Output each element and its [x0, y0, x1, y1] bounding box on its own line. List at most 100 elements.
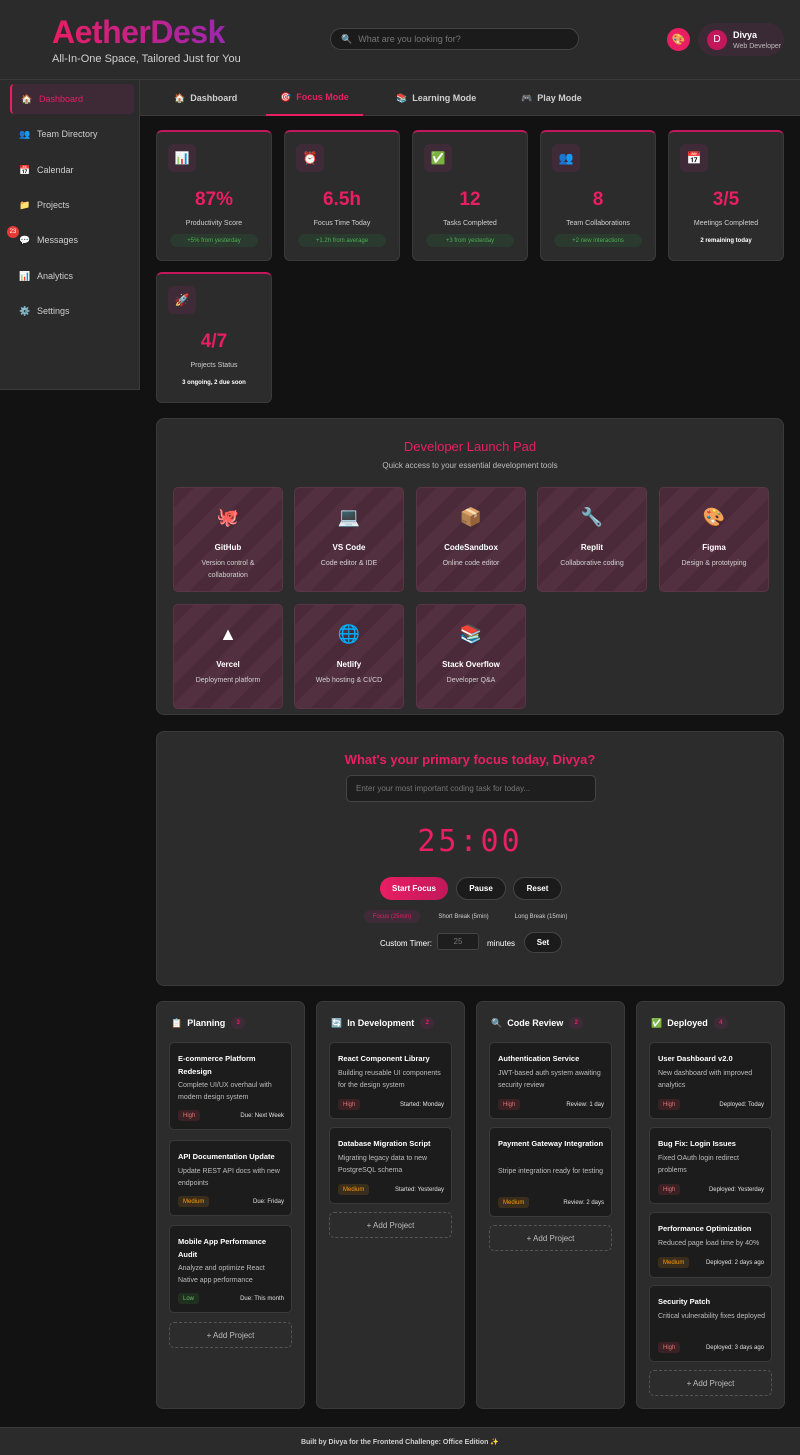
mode-short-break[interactable]: Short Break (5min) — [430, 910, 497, 923]
add-project-button[interactable]: + Add Project — [489, 1225, 612, 1251]
tool-figma[interactable]: 🎨 Figma Design & prototyping — [659, 487, 769, 592]
priority-badge: Medium — [178, 1196, 210, 1207]
tab-play-mode[interactable]: 🎮 Play Mode — [507, 80, 596, 116]
sidebar-item-team-directory[interactable]: 👥 Team Directory — [10, 119, 134, 149]
set-timer-button[interactable]: Set — [524, 932, 562, 953]
tool-desc: Deployment platform — [195, 677, 261, 684]
sidebar-item-calendar[interactable]: 📅 Calendar — [10, 155, 134, 185]
pause-button[interactable]: Pause — [456, 877, 506, 900]
card-desc: Migrating legacy data to new PostgreSQL … — [338, 1155, 428, 1174]
tool-codesandbox[interactable]: 📦 CodeSandbox Online code editor — [416, 487, 526, 592]
tab-focus-mode[interactable]: 🎯 Focus Mode — [266, 80, 363, 116]
custom-timer-input[interactable] — [437, 933, 479, 950]
project-card[interactable]: Security Patch Critical vulnerability fi… — [649, 1285, 772, 1362]
tool-replit[interactable]: 🔧 Replit Collaborative coding — [537, 487, 647, 592]
target-icon: 🎯 — [280, 91, 292, 102]
card-due: Due: This month — [240, 1296, 284, 1302]
launchpad-subtitle: Quick access to your essential developme… — [382, 461, 558, 470]
card-title: User Dashboard v2.0 — [658, 1054, 733, 1063]
add-project-button[interactable]: + Add Project — [649, 1370, 772, 1396]
column-header: ✅ Deployed 4 — [651, 1017, 728, 1029]
card-due: Deployed: 3 days ago — [705, 1345, 764, 1351]
kanban-column-code-review: 🔍 Code Review 2 Authentication Service J… — [476, 1001, 625, 1409]
sidebar-item-settings[interactable]: ⚙️ Settings — [10, 296, 134, 326]
folder-icon: 📁 — [19, 199, 31, 210]
mode-focus[interactable]: Focus (25min) — [364, 910, 420, 923]
tool-vercel[interactable]: ▲ Vercel Deployment platform — [173, 604, 283, 709]
project-card[interactable]: Database Migration Script Migrating lega… — [329, 1127, 452, 1204]
tool-desc: Version control & collaboration — [201, 560, 255, 579]
tool-github[interactable]: 🐙 GitHub Version control & collaboration — [173, 487, 283, 592]
card-title: API Documentation Update — [178, 1152, 275, 1161]
project-card[interactable]: Mobile App Performance Audit Analyze and… — [169, 1225, 292, 1313]
tool-stack-overflow[interactable]: 📚 Stack Overflow Developer Q&A — [416, 604, 526, 709]
focus-task-input[interactable] — [346, 775, 596, 802]
check-icon: ✅ — [651, 1017, 663, 1028]
app-logo[interactable]: AetherDesk — [52, 14, 225, 51]
stat-value: 87% — [194, 189, 234, 210]
card-desc: Fixed OAuth login redirect problems — [658, 1155, 739, 1174]
card-due: Deployed: 2 days ago — [705, 1260, 764, 1266]
column-title: Deployed — [667, 1018, 708, 1028]
user-profile[interactable]: D Divya Web Developer — [698, 23, 784, 56]
card-desc: Update REST API docs with new endpoints — [178, 1168, 280, 1187]
calendar-icon: 📅 — [680, 144, 708, 172]
gear-icon: ⚙️ — [19, 305, 31, 316]
priority-badge: Medium — [338, 1184, 370, 1195]
tool-netlify[interactable]: 🌐 Netlify Web hosting & CI/CD — [294, 604, 404, 709]
card-title: React Component Library — [338, 1054, 430, 1063]
books-icon: 📚 — [459, 624, 483, 644]
add-project-button[interactable]: + Add Project — [169, 1322, 292, 1348]
project-card[interactable]: Authentication Service JWT-based auth sy… — [489, 1042, 612, 1119]
page-footer: Built by Divya for the Frontend Challeng… — [0, 1427, 800, 1455]
start-focus-button[interactable]: Start Focus — [380, 877, 448, 900]
sidebar-item-messages[interactable]: 23 💬 Messages — [7, 225, 134, 255]
mode-long-break[interactable]: Long Break (15min) — [507, 910, 575, 923]
project-card[interactable]: API Documentation Update Update REST API… — [169, 1140, 292, 1216]
tab-learning-mode[interactable]: 📚 Learning Mode — [382, 80, 490, 116]
sidebar-item-label: Projects — [37, 200, 70, 210]
tool-vscode[interactable]: 💻 VS Code Code editor & IDE — [294, 487, 404, 592]
sidebar-item-label: Messages — [37, 235, 79, 245]
project-card[interactable]: E-commerce Platform Redesign Complete UI… — [169, 1042, 292, 1130]
project-card[interactable]: Bug Fix: Login Issues Fixed OAuth login … — [649, 1127, 772, 1204]
user-name: Divya — [733, 29, 758, 40]
priority-badge: High — [658, 1342, 681, 1353]
project-card[interactable]: User Dashboard v2.0 New dashboard with i… — [649, 1042, 772, 1119]
stat-change: 2 remaining today — [700, 237, 752, 244]
card-due: Review: 1 day — [566, 1102, 604, 1108]
card-desc: Critical vulnerability fixes deployed — [658, 1313, 765, 1320]
sidebar-item-analytics[interactable]: 📊 Analytics — [10, 261, 134, 291]
magnifier-icon: 🔍 — [491, 1017, 503, 1028]
card-title: Authentication Service — [498, 1054, 580, 1063]
add-project-button[interactable]: + Add Project — [329, 1212, 452, 1238]
stat-card-projects: 🚀 4/7 Projects Status 3 ongoing, 2 due s… — [156, 272, 272, 403]
check-icon: ✅ — [424, 144, 452, 172]
column-count: 2 — [420, 1017, 435, 1029]
stat-card-collaborations: 👥 8 Team Collaborations +2 new interacti… — [540, 130, 656, 261]
card-desc: Reduced page load time by 40% — [658, 1240, 760, 1247]
column-header: 🔍 Code Review 2 — [491, 1017, 584, 1029]
card-due: Review: 2 days — [563, 1200, 604, 1206]
sidebar-item-dashboard[interactable]: 🏠 Dashboard — [10, 84, 134, 114]
chart-icon: 📊 — [19, 270, 31, 281]
project-card[interactable]: Payment Gateway Integration Stripe integ… — [489, 1127, 612, 1217]
column-header: 🔄 In Development 2 — [331, 1017, 435, 1029]
project-card[interactable]: React Component Library Building reusabl… — [329, 1042, 452, 1119]
tab-dashboard[interactable]: 🏠 Dashboard — [160, 80, 251, 116]
developer-launch-pad: Developer Launch Pad Quick access to you… — [156, 418, 784, 715]
reset-button[interactable]: Reset — [513, 877, 562, 900]
search-input[interactable] — [358, 34, 559, 44]
theme-toggle-button[interactable]: 🎨 — [667, 28, 690, 51]
team-icon: 👥 — [19, 128, 31, 139]
stat-change: +3 from yesterday — [426, 234, 514, 247]
sidebar-item-projects[interactable]: 📁 Projects — [10, 190, 134, 220]
tool-name: Stack Overflow — [442, 660, 500, 669]
project-card[interactable]: Performance Optimization Reduced page lo… — [649, 1212, 772, 1278]
card-title: Bug Fix: Login Issues — [658, 1139, 736, 1148]
package-icon: 📦 — [459, 507, 483, 527]
stat-value: 4/7 — [200, 331, 228, 352]
tool-name: Figma — [702, 543, 726, 552]
rocket-icon: 🚀 — [168, 286, 196, 314]
search-bar[interactable]: 🔍 — [330, 28, 579, 50]
